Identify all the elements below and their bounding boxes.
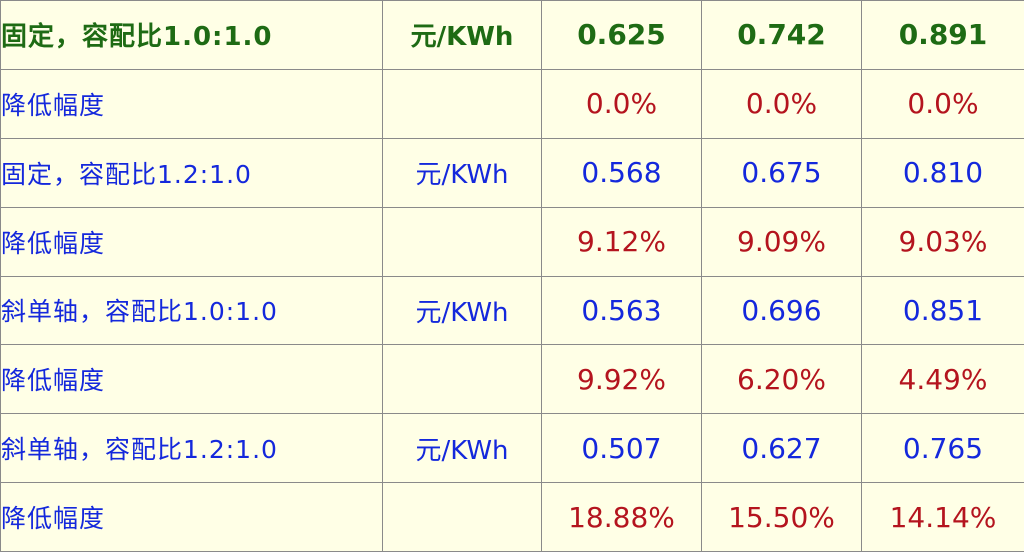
row-label: 降低幅度 [0, 344, 383, 415]
value-cell: 9.03% [861, 206, 1024, 277]
table-row-reduction: 降低幅度 9.92% 6.20% 4.49% [0, 344, 1024, 415]
table-row-reduction: 降低幅度 0.0% 0.0% 0.0% [0, 68, 1024, 139]
value-cell: 9.12% [541, 206, 702, 277]
value-cell: 0.765 [861, 413, 1024, 484]
value-cell: 4.49% [861, 344, 1024, 415]
value-cell: 0.0% [861, 68, 1024, 139]
value-cell: 15.50% [701, 482, 862, 552]
value-cell: 0.696 [701, 275, 862, 346]
value-cell: 0.625 [541, 0, 702, 70]
table-row-fixed-1-0: 固定，容配比1.0:1.0 元/KWh 0.625 0.742 0.891 [0, 0, 1024, 70]
table-row-reduction: 降低幅度 18.88% 15.50% 14.14% [0, 482, 1024, 552]
value-cell: 9.92% [541, 344, 702, 415]
row-label: 降低幅度 [0, 68, 383, 139]
value-cell: 0.563 [541, 275, 702, 346]
row-label: 固定，容配比1.0:1.0 [0, 0, 383, 70]
value-cell: 0.627 [701, 413, 862, 484]
table-row-fixed-1-2: 固定，容配比1.2:1.0 元/KWh 0.568 0.675 0.810 [0, 137, 1024, 208]
row-label: 降低幅度 [0, 206, 383, 277]
row-label: 斜单轴，容配比1.0:1.0 [0, 275, 383, 346]
value-cell: 18.88% [541, 482, 702, 552]
value-cell: 0.0% [701, 68, 862, 139]
row-label: 斜单轴，容配比1.2:1.0 [0, 413, 383, 484]
row-label: 固定，容配比1.2:1.0 [0, 137, 383, 208]
row-unit [382, 206, 542, 277]
value-cell: 14.14% [861, 482, 1024, 552]
row-label: 降低幅度 [0, 482, 383, 552]
table-row-tracker-1-2: 斜单轴，容配比1.2:1.0 元/KWh 0.507 0.627 0.765 [0, 413, 1024, 484]
value-cell: 0.891 [861, 0, 1024, 70]
table-row-reduction: 降低幅度 9.12% 9.09% 9.03% [0, 206, 1024, 277]
value-cell: 9.09% [701, 206, 862, 277]
value-cell: 0.851 [861, 275, 1024, 346]
value-cell: 0.568 [541, 137, 702, 208]
value-cell: 0.742 [701, 0, 862, 70]
row-unit [382, 482, 542, 552]
row-unit: 元/KWh [382, 0, 542, 70]
value-cell: 6.20% [701, 344, 862, 415]
value-cell: 0.810 [861, 137, 1024, 208]
row-unit [382, 68, 542, 139]
value-cell: 0.675 [701, 137, 862, 208]
value-cell: 0.0% [541, 68, 702, 139]
row-unit [382, 344, 542, 415]
row-unit: 元/KWh [382, 413, 542, 484]
row-unit: 元/KWh [382, 275, 542, 346]
value-cell: 0.507 [541, 413, 702, 484]
row-unit: 元/KWh [382, 137, 542, 208]
lcoe-table: 固定，容配比1.0:1.0 元/KWh 0.625 0.742 0.891 降低… [0, 0, 1024, 552]
table-row-tracker-1-0: 斜单轴，容配比1.0:1.0 元/KWh 0.563 0.696 0.851 [0, 275, 1024, 346]
